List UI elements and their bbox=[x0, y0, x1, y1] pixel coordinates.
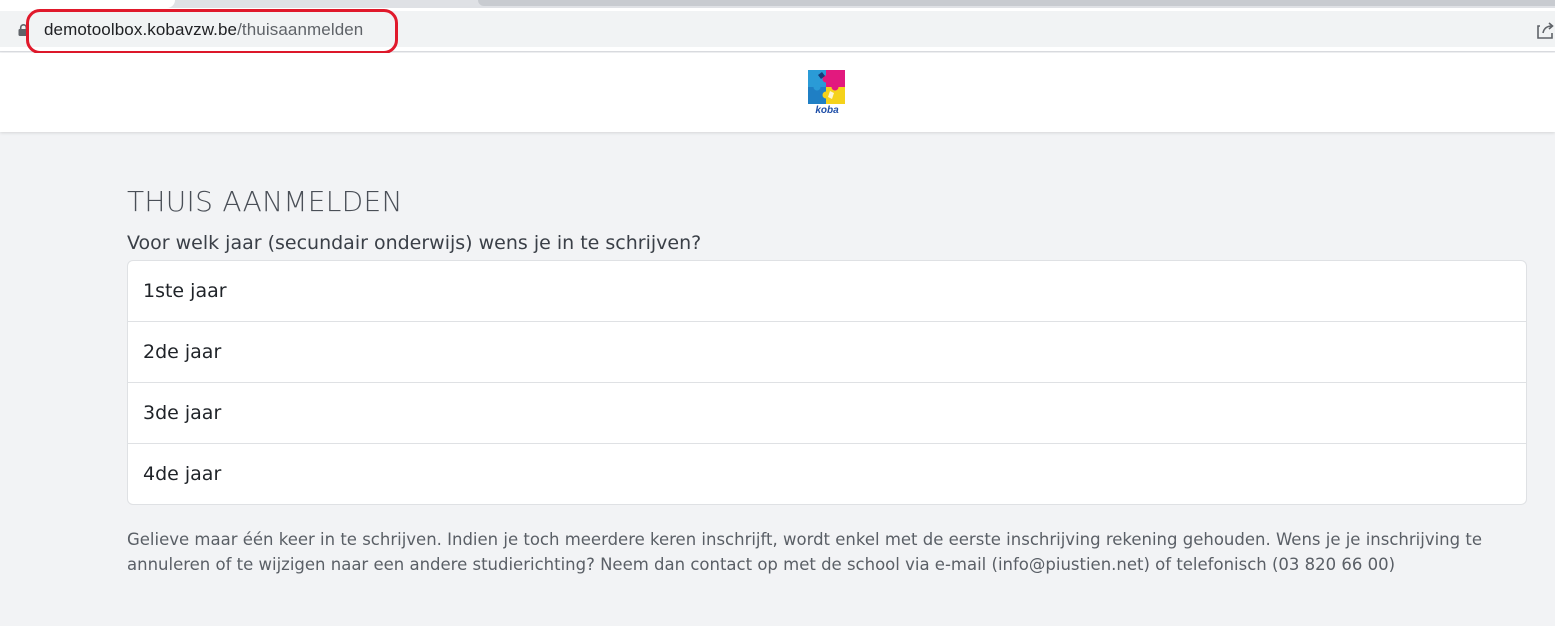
site-header: koba bbox=[0, 53, 1555, 132]
option-4de-jaar[interactable]: 4de jaar bbox=[128, 443, 1526, 504]
option-2de-jaar[interactable]: 2de jaar bbox=[128, 321, 1526, 382]
option-1ste-jaar[interactable]: 1ste jaar bbox=[128, 261, 1526, 321]
page-title: THUIS AANMELDEN bbox=[127, 185, 403, 218]
browser-tabstrip bbox=[0, 0, 1555, 8]
koba-logo[interactable]: koba bbox=[806, 67, 848, 115]
registration-notice: Gelieve maar één keer in te schrijven. I… bbox=[127, 530, 1482, 574]
question-label: Voor welk jaar (secundair onderwijs) wen… bbox=[127, 232, 702, 254]
share-icon[interactable] bbox=[1536, 20, 1555, 40]
main-content: THUIS AANMELDEN Voor welk jaar (secundai… bbox=[127, 184, 1527, 577]
browser-tab[interactable] bbox=[478, 0, 1555, 6]
option-3de-jaar[interactable]: 3de jaar bbox=[128, 382, 1526, 443]
year-options-list: 1ste jaar 2de jaar 3de jaar 4de jaar bbox=[127, 260, 1527, 505]
svg-text:koba: koba bbox=[815, 105, 839, 115]
browser-toolbar: demotoolbox.kobavzw.be/thuisaanmelden bbox=[0, 8, 1555, 54]
browser-tab-active[interactable] bbox=[0, 0, 175, 8]
url-highlight-annotation bbox=[26, 9, 398, 54]
